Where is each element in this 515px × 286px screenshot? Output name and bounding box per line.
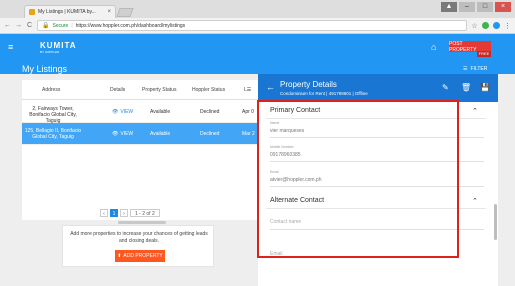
chevron-up-icon[interactable]: ⌃: [472, 197, 478, 205]
window-controls: ▲ – □ ×: [441, 2, 511, 14]
kumita-logo[interactable]: KUMITA BY HOPPLER: [40, 41, 77, 54]
address-cell: 125, Bellagio II, Bonifacio Global City,…: [24, 128, 82, 140]
free-badge: FREE: [477, 51, 491, 57]
maximize-button[interactable]: □: [477, 2, 493, 12]
pager-info: 1 - 2 of 2: [130, 209, 160, 217]
hamburger-menu-icon[interactable]: ≡: [8, 42, 13, 52]
logo-text: KUMITA: [40, 41, 77, 50]
view-details-link[interactable]: 👁 VIEW: [112, 109, 133, 115]
drawer-title: Property Details: [280, 80, 337, 89]
new-tab-button[interactable]: [116, 8, 134, 17]
chevron-up-icon[interactable]: ⌃: [472, 107, 478, 115]
browser-menu-icon[interactable]: ⋮: [504, 22, 511, 30]
drawer-subtitle: Condominium for Rent | 491789601 | Offli…: [280, 91, 368, 96]
add-property-card: Add more properties to increase your cha…: [62, 225, 214, 267]
filter-button[interactable]: ☰ FILTER: [463, 66, 487, 72]
profile-icon[interactable]: ▲: [441, 2, 457, 12]
address-bar: ← → C 🔒 Secure | https://www.hoppler.com…: [0, 18, 515, 34]
filter-icon: ☰: [463, 66, 468, 72]
back-arrow-icon[interactable]: ←: [4, 22, 11, 29]
filter-label: FILTER: [470, 66, 488, 72]
secure-label: Secure: [52, 22, 69, 29]
minimize-button[interactable]: –: [459, 2, 475, 12]
view-label: VIEW: [120, 131, 134, 137]
add-property-button[interactable]: ⬆ ADD PROPERTY: [115, 250, 165, 262]
eye-icon: 👁: [112, 109, 119, 115]
pagination: ‹ 1 › 1 - 2 of 2: [100, 209, 160, 217]
logo-subtext: BY HOPPLER: [40, 50, 60, 54]
browser-titlebar: My Listings | KUMITA by... × ▲ – □ ×: [0, 0, 515, 18]
home-icon[interactable]: ⌂: [431, 42, 436, 52]
cta-text: Add more properties to increase your cha…: [70, 231, 208, 244]
property-status-cell: Available: [150, 131, 171, 137]
column-header-property-status[interactable]: Property Status: [142, 87, 176, 93]
favicon-icon: [29, 9, 35, 15]
horizontal-scrollbar[interactable]: [118, 221, 166, 224]
table-header: Address Details Property Status Hoppler …: [22, 80, 258, 100]
highlight-box: [257, 100, 459, 258]
url-text: https://www.hoppler.com.ph/dashboard/myl…: [75, 22, 186, 29]
back-arrow-icon[interactable]: ←: [266, 82, 275, 92]
add-property-label: ADD PROPERTY: [123, 253, 163, 259]
tab-close-icon[interactable]: ×: [107, 9, 111, 15]
date-cell: Apr 0: [242, 109, 254, 115]
url-input[interactable]: 🔒 Secure | https://www.hoppler.com.ph/da…: [37, 20, 467, 31]
extension-icon[interactable]: [482, 22, 489, 29]
view-details-link[interactable]: 👁 VIEW: [112, 131, 133, 137]
hoppler-status-cell: Declined: [200, 131, 220, 137]
lock-icon: 🔒: [42, 23, 50, 29]
table-row[interactable]: 2, Fairways Tower, Bonifacio Global City…: [22, 101, 258, 124]
extension-icon[interactable]: [493, 22, 500, 29]
save-icon[interactable]: 💾: [480, 83, 490, 92]
tab-title: My Listings | KUMITA by...: [38, 9, 96, 15]
pager-next-button[interactable]: ›: [120, 209, 128, 217]
pager-page-button[interactable]: 1: [110, 209, 118, 217]
address-cell: 2, Fairways Tower, Bonifacio Global City…: [29, 106, 77, 124]
pager-prev-button[interactable]: ‹: [100, 209, 108, 217]
property-details-header: ← Property Details Condominium for Rent …: [258, 74, 498, 102]
page-title: My Listings: [22, 64, 68, 74]
app-header: ≡ KUMITA BY HOPPLER My Listings ⌂ POST P…: [0, 34, 515, 74]
forward-arrow-icon[interactable]: →: [15, 22, 22, 29]
reload-icon[interactable]: C: [26, 22, 33, 29]
column-header-address[interactable]: Address: [42, 87, 60, 93]
vertical-scrollbar[interactable]: [494, 204, 497, 240]
delete-icon[interactable]: 🗑: [461, 83, 471, 92]
column-header-hoppler-status[interactable]: Hoppler Status: [192, 87, 225, 93]
property-status-cell: Available: [150, 109, 171, 115]
listings-table: Address Details Property Status Hoppler …: [22, 80, 258, 146]
star-icon[interactable]: ☆: [471, 22, 478, 30]
upload-icon: ⬆: [117, 253, 122, 259]
table-row[interactable]: 125, Bellagio II, Bonifacio Global City,…: [22, 123, 258, 145]
url-separator: |: [71, 22, 73, 29]
hoppler-status-cell: Declined: [200, 109, 220, 115]
column-header-date[interactable]: L☰: [244, 87, 251, 93]
browser-tab[interactable]: My Listings | KUMITA by... ×: [24, 5, 116, 18]
view-label: VIEW: [120, 109, 134, 115]
date-cell: Mar 2: [242, 131, 255, 137]
edit-icon[interactable]: ✎: [442, 83, 449, 92]
eye-icon: 👁: [112, 131, 119, 137]
close-window-button[interactable]: ×: [495, 2, 511, 12]
column-header-details[interactable]: Details: [110, 87, 125, 93]
